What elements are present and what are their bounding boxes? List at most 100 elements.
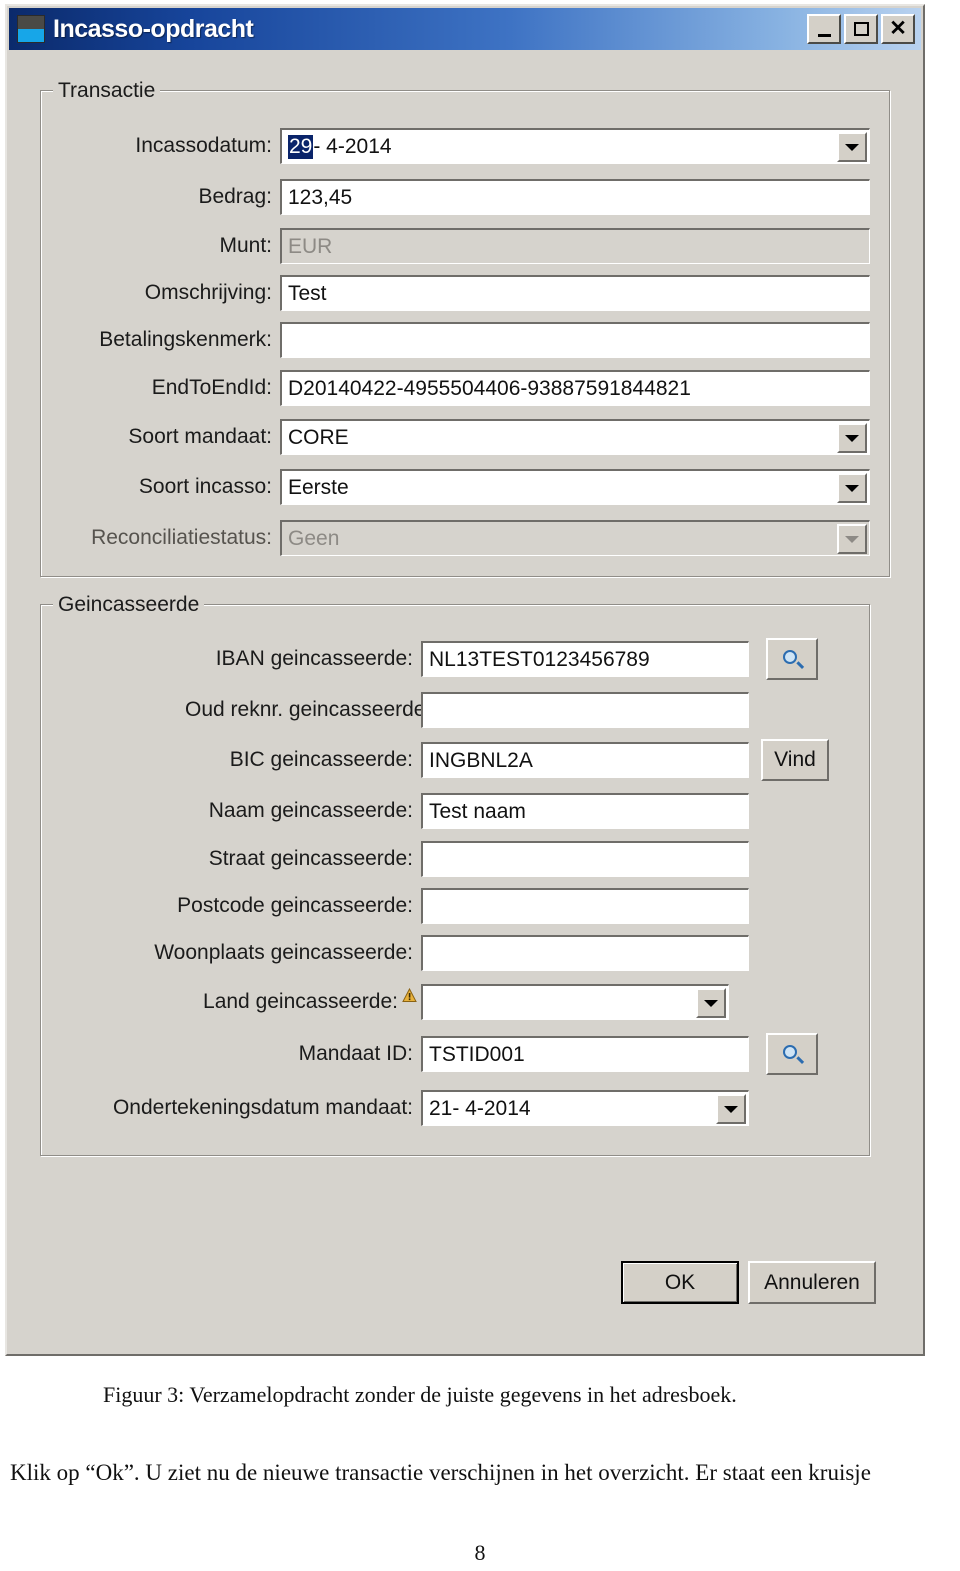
label-omschrijving: Omschrijving: [144, 281, 272, 304]
label-ondertekeningsdatum-mandaat: Ondertekeningsdatum mandaat: [112, 1096, 413, 1119]
label-incassodatum: Incassodatum: [135, 134, 272, 157]
field-row-iban-geincasseerde: IBAN geincasseerde: NL13TEST0123456789 [185, 638, 818, 680]
transactie-legend: Transactie [53, 79, 161, 103]
betalingskenmerk-input[interactable] [280, 322, 870, 358]
figure-caption: Figuur 3: Verzamelopdracht zonder de jui… [103, 1382, 737, 1407]
soort-incasso-dropdown-arrow[interactable] [837, 473, 867, 503]
chevron-down-icon [845, 434, 859, 442]
munt-input: EUR [280, 228, 870, 264]
label-munt: Munt: [219, 234, 272, 257]
reconciliatiestatus-combo: Geen [280, 520, 870, 556]
field-row-land-geincasseerde: Land geincasseerde: [185, 983, 729, 1021]
soort-mandaat-combo[interactable]: CORE [280, 419, 870, 455]
chevron-down-icon [704, 999, 718, 1007]
label-betalingskenmerk: Betalingskenmerk: [99, 328, 272, 351]
land-geincasseerde-combo[interactable] [421, 984, 729, 1020]
field-row-ondertekeningsdatum-mandaat: Ondertekeningsdatum mandaat: 21- 4-2014 [59, 1089, 749, 1127]
straat-geincasseerde-input[interactable] [421, 841, 749, 877]
vind-button[interactable]: Vind [761, 739, 829, 781]
field-row-betalingskenmerk: Betalingskenmerk: [67, 321, 872, 359]
soort-mandaat-value: CORE [288, 425, 349, 449]
ondertekeningsdatum-mandaat-value: 21- 4-2014 [429, 1096, 531, 1120]
label-mandaat-id: Mandaat ID: [298, 1042, 413, 1065]
label-postcode-geincasseerde: Postcode geincasseerde: [177, 894, 413, 917]
incassodatum-selected-segment: 29 [288, 134, 314, 159]
label-reconciliatiestatus: Reconciliatiestatus: [91, 526, 272, 549]
geincasseerde-groupbox: Geincasseerde [40, 593, 870, 1156]
search-icon [782, 649, 804, 669]
field-row-oud-reknr-geincasseerde: Oud reknr. geincasseerde: [185, 691, 749, 729]
warning-icon [402, 987, 417, 1003]
soort-mandaat-dropdown-arrow[interactable] [837, 423, 867, 453]
incassodatum-combo[interactable]: 29- 4-2014 [280, 128, 870, 164]
field-row-munt: Munt: EUR [67, 227, 872, 265]
label-soort-mandaat: Soort mandaat: [128, 425, 272, 448]
chevron-down-icon [724, 1105, 738, 1113]
bedrag-input[interactable]: 123,45 [280, 179, 870, 215]
incassodatum-dropdown-arrow[interactable] [837, 132, 867, 162]
iban-geincasseerde-input[interactable]: NL13TEST0123456789 [421, 641, 749, 677]
mandaat-id-input[interactable]: TSTID001 [421, 1036, 749, 1072]
field-row-bedrag: Bedrag: 123,45 [67, 178, 872, 216]
field-row-bic-geincasseerde: BIC geincasseerde: INGBNL2A Vind [185, 739, 829, 781]
reconciliatiestatus-value: Geen [288, 526, 340, 550]
ondertekeningsdatum-mandaat-combo[interactable]: 21- 4-2014 [421, 1090, 749, 1126]
land-geincasseerde-dropdown-arrow[interactable] [696, 988, 726, 1018]
body-paragraph: Klik op “Ok”. U ziet nu de nieuwe transa… [10, 1460, 871, 1485]
field-row-mandaat-id: Mandaat ID: TSTID001 [185, 1033, 818, 1075]
naam-geincasseerde-input[interactable]: Test naam [421, 793, 749, 829]
search-icon [782, 1044, 804, 1064]
chevron-down-icon [845, 484, 859, 492]
field-row-straat-geincasseerde: Straat geincasseerde: [185, 840, 749, 878]
mandaat-id-search-button[interactable] [766, 1033, 818, 1075]
label-naam-geincasseerde: Naam geincasseerde: [208, 799, 413, 822]
minimize-button[interactable] [807, 14, 841, 44]
label-woonplaats-geincasseerde: Woonplaats geincasseerde: [154, 941, 413, 964]
field-row-soort-incasso: Soort incasso: Eerste [67, 468, 872, 506]
oud-reknr-geincasseerde-input[interactable] [421, 692, 749, 728]
close-icon: ✕ [889, 16, 907, 40]
label-land-geincasseerde: Land geincasseerde: [203, 990, 398, 1013]
ondertekeningsdatum-dropdown-arrow[interactable] [716, 1094, 746, 1124]
close-button[interactable]: ✕ [881, 14, 915, 44]
field-row-soort-mandaat: Soort mandaat: CORE [67, 418, 872, 456]
label-straat-geincasseerde: Straat geincasseerde: [208, 847, 413, 870]
chevron-down-icon [845, 143, 859, 151]
field-row-reconciliatiestatus: Reconciliatiestatus: Geen [52, 519, 872, 557]
label-soort-incasso: Soort incasso: [138, 475, 272, 498]
omschrijving-input[interactable]: Test [280, 275, 870, 311]
page-number: 8 [474, 1540, 486, 1565]
field-row-omschrijving: Omschrijving: Test [67, 274, 872, 312]
bic-geincasseerde-input[interactable]: INGBNL2A [421, 742, 749, 778]
reconciliatiestatus-dropdown-arrow [837, 524, 867, 554]
label-oud-reknr-geincasseerde: Oud reknr. geincasseerde: [185, 698, 432, 721]
field-row-incassodatum: Incassodatum: 29- 4-2014 [67, 127, 872, 165]
incasso-opdracht-dialog: Incasso-opdracht ✕ Transactie Incassodat… [5, 4, 925, 1356]
chevron-down-icon [845, 535, 859, 543]
endtoendid-input[interactable]: D20140422-4955504406-93887591844821 [280, 370, 870, 406]
postcode-geincasseerde-input[interactable] [421, 888, 749, 924]
field-row-woonplaats-geincasseerde: Woonplaats geincasseerde: [119, 934, 749, 972]
iban-search-button[interactable] [766, 638, 818, 680]
label-endtoendid: EndToEndId: [151, 376, 272, 399]
field-row-naam-geincasseerde: Naam geincasseerde: Test naam [185, 792, 749, 830]
woonplaats-geincasseerde-input[interactable] [421, 935, 749, 971]
app-window-icon [17, 15, 45, 43]
cancel-button[interactable]: Annuleren [748, 1261, 876, 1304]
field-row-postcode-geincasseerde: Postcode geincasseerde: [147, 887, 749, 925]
title-bar: Incasso-opdracht ✕ [9, 8, 921, 50]
window-controls: ✕ [807, 14, 915, 44]
soort-incasso-combo[interactable]: Eerste [280, 469, 870, 505]
window-title: Incasso-opdracht [53, 14, 254, 43]
label-bedrag: Bedrag: [198, 185, 272, 208]
ok-button[interactable]: OK [621, 1261, 739, 1304]
geincasseerde-legend: Geincasseerde [53, 593, 205, 617]
maximize-icon [853, 22, 869, 36]
label-bic-geincasseerde: BIC geincasseerde: [229, 748, 413, 771]
label-iban-geincasseerde: IBAN geincasseerde: [215, 647, 413, 670]
field-row-endtoendid: EndToEndId: D20140422-4955504406-9388759… [67, 369, 872, 407]
incassodatum-rest: - 4-2014 [313, 134, 392, 158]
soort-incasso-value: Eerste [288, 475, 349, 499]
maximize-button[interactable] [844, 14, 878, 44]
minimize-icon [817, 33, 831, 37]
